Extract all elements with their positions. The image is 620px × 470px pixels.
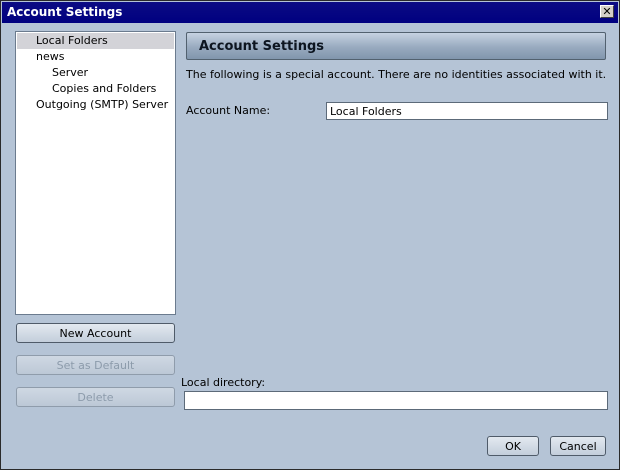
tree-item-label: Local Folders bbox=[36, 34, 108, 47]
tree-item-news[interactable]: news bbox=[17, 49, 64, 65]
set-as-default-button[interactable]: Set as Default bbox=[16, 355, 175, 375]
tree-item-local-folders[interactable]: Local Folders bbox=[17, 33, 174, 49]
new-account-button[interactable]: New Account bbox=[16, 323, 175, 343]
ok-button[interactable]: OK bbox=[487, 436, 539, 456]
close-icon[interactable]: ✕ bbox=[600, 5, 614, 18]
tree-item-server[interactable]: Server bbox=[17, 65, 88, 81]
panel-title: Account Settings bbox=[199, 39, 325, 54]
tree-item-label: news bbox=[36, 50, 65, 63]
tree-item-label: Copies and Folders bbox=[52, 82, 157, 95]
special-account-info: The following is a special account. Ther… bbox=[186, 68, 607, 81]
account-name-input[interactable] bbox=[326, 102, 608, 120]
tree-item-copies-and-folders[interactable]: Copies and Folders bbox=[17, 81, 156, 97]
cancel-button[interactable]: Cancel bbox=[550, 436, 606, 456]
account-tree[interactable]: Local Folders news Server Copies and Fol… bbox=[15, 31, 176, 315]
tree-item-outgoing-smtp-server[interactable]: Outgoing (SMTP) Server bbox=[17, 97, 168, 113]
local-directory-label: Local directory: bbox=[181, 376, 266, 389]
account-settings-dialog: Account Settings ✕ Local Folders news Se… bbox=[0, 0, 620, 470]
local-directory-input[interactable] bbox=[184, 391, 608, 410]
title-bar: Account Settings ✕ bbox=[2, 2, 618, 23]
tree-item-label: Server bbox=[52, 66, 89, 79]
tree-item-label: Outgoing (SMTP) Server bbox=[36, 98, 169, 111]
delete-button[interactable]: Delete bbox=[16, 387, 175, 407]
window-title: Account Settings bbox=[7, 5, 123, 19]
panel-header: Account Settings bbox=[186, 32, 606, 60]
account-name-label: Account Name: bbox=[186, 104, 271, 117]
